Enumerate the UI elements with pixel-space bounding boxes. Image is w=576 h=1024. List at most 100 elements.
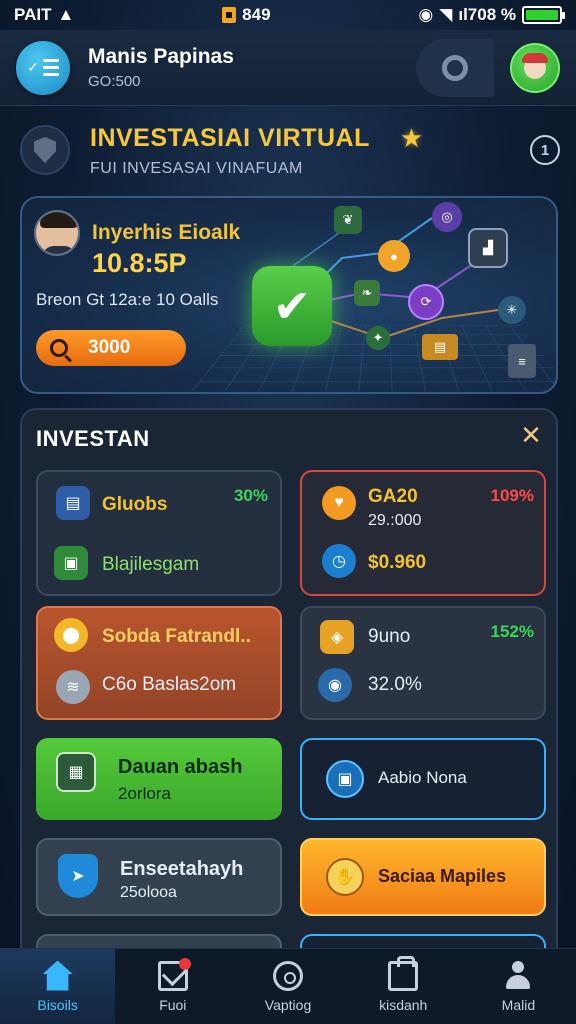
lock-icon xyxy=(222,7,237,23)
nav-item-home[interactable]: Bisoils xyxy=(0,949,116,1024)
box-node-icon: ▤ xyxy=(422,334,458,360)
shield-bird-icon: ➤ xyxy=(58,854,98,898)
clock-label: 849 xyxy=(242,5,271,24)
tile-label: GA20 xyxy=(368,486,418,507)
panel-title: INVESTAN xyxy=(36,426,150,451)
tile-text: 2orlora xyxy=(118,784,171,803)
tile-gluobs[interactable]: ▤ Gluobs 30% ▣ Blajilesgam xyxy=(36,470,282,596)
title-texts: INVESTASIAI VIRTUAL ★ FUI INVESASAI VINA… xyxy=(90,123,530,178)
menu-button[interactable]: ✓ xyxy=(16,40,70,95)
checkmark-icon: ✔ xyxy=(252,266,332,346)
tile-enseetahayh[interactable]: ➤ Enseetahayh 25olooa xyxy=(36,838,282,916)
leaf-node-icon: ❦ xyxy=(334,206,362,234)
chart-node-icon: ▟ xyxy=(468,228,508,268)
gear-icon xyxy=(442,54,468,81)
tile-dauan[interactable]: ▦ Dauan abash 2orlora xyxy=(36,738,282,820)
star-icon: ★ xyxy=(399,122,424,153)
tile-percent: 30% xyxy=(233,486,268,505)
battery-icon xyxy=(522,6,565,24)
notification-badge xyxy=(178,957,191,970)
info-button[interactable]: 1 xyxy=(530,135,560,165)
tile-saciaa[interactable]: ✋ Saciaa Mapiles xyxy=(300,838,546,916)
status-right: ◉ ◥ ıl708 % xyxy=(418,5,565,25)
bag-icon xyxy=(388,955,419,991)
settings-button[interactable] xyxy=(416,38,494,97)
tile-label: Enseetahayh xyxy=(120,858,244,880)
purple-node-icon: ◎ xyxy=(432,202,462,232)
home-icon xyxy=(42,960,73,991)
tile-text: C6o Baslas2om xyxy=(102,674,237,695)
profile-balance: GO:500 xyxy=(88,73,141,90)
tile-9uno[interactable]: ◈ 9uno 152% ◉ 32.0% xyxy=(300,606,546,720)
tile-text: Blajilesgam xyxy=(102,554,200,575)
audio-icon: ▣ xyxy=(326,760,364,798)
tile-percent: 152% xyxy=(490,622,534,641)
profile-name: Manis Papinas xyxy=(88,45,234,68)
investment-panel: INVESTAN ✕ ▤ Gluobs 30% ▣ Blajilesgam ♥ … xyxy=(20,408,558,968)
profile-block[interactable]: Manis Papinas GO:500 xyxy=(88,45,416,90)
coin-node-icon: ● xyxy=(378,240,410,272)
tile-label: Gluobs xyxy=(102,494,168,515)
tile-aabio[interactable]: ▣ Aabio Nona xyxy=(300,738,546,820)
circle-icon xyxy=(273,960,303,991)
pin-icon: ⬤ xyxy=(54,618,88,652)
nav-item-bag[interactable]: kisdanh xyxy=(346,949,461,1024)
nav-label: Malid xyxy=(501,996,536,1013)
tile-text: 25olooa xyxy=(120,884,177,901)
nav-label: Bisoils xyxy=(37,996,78,1013)
leaf-small-icon: ❧ xyxy=(354,280,380,306)
nav-item-mail[interactable]: Fuoi xyxy=(115,949,230,1024)
tile-sobda[interactable]: ⬤ Sobda Fatrandl.. ≋ C6o Baslas2om xyxy=(36,606,282,720)
tile-ga20[interactable]: ♥ GA20 109% 29.:000 ◷ $0.960 xyxy=(300,470,546,596)
coins-icon: ≋ xyxy=(56,670,90,704)
shield-node-icon: ✦ xyxy=(366,326,390,350)
nav-label: kisdanh xyxy=(379,996,428,1013)
tile-label: 9uno xyxy=(368,626,411,647)
search-icon xyxy=(50,339,68,357)
emblem-icon xyxy=(20,125,70,175)
nav-item-profile[interactable]: Malid xyxy=(461,949,576,1024)
battery-percent: ıl708 % xyxy=(458,5,516,24)
crate-icon: ▣ xyxy=(54,546,88,580)
hero-amount: 10.8:5P xyxy=(92,248,187,278)
sync-icon: ◉ xyxy=(418,5,434,24)
purple-coin-icon: ⟳ xyxy=(408,284,444,320)
book-icon: ▤ xyxy=(56,486,90,520)
tile-label: Dauan abash xyxy=(118,756,243,778)
title-row: INVESTASIAI VIRTUAL ★ FUI INVESASAI VINA… xyxy=(20,116,560,184)
heart-coin-icon: ♥ xyxy=(322,486,356,520)
user-avatar[interactable] xyxy=(510,42,560,93)
app-header: ✓ Manis Papinas GO:500 xyxy=(0,30,576,106)
tile-value: $0.960 xyxy=(368,552,427,573)
status-left: PAIT ▲ xyxy=(14,5,74,25)
close-icon[interactable]: ✕ xyxy=(518,420,544,450)
tile-label: Sobda Fatrandl.. xyxy=(102,626,251,647)
nav-label: Vaptiog xyxy=(264,996,312,1013)
person-icon xyxy=(503,960,533,991)
clock-icon: ◷ xyxy=(322,544,356,578)
avatar-face-icon xyxy=(522,52,548,79)
nav-label: Fuoi xyxy=(159,996,187,1013)
menu-icon: ✓ xyxy=(27,59,59,76)
carrier-label: PAIT xyxy=(14,5,52,24)
signal-icon: ▲ xyxy=(57,5,75,24)
tile-label: Saciaa Mapiles xyxy=(378,866,507,886)
hero-caption: Breon Gt 12a:e 10 Oalls xyxy=(36,290,219,309)
bottom-nav: Bisoils Fuoi Vaptiog kisdanh Malid xyxy=(0,948,576,1024)
hero-name: Inyerhis Eioalk xyxy=(92,221,241,244)
hero-card[interactable]: Inyerhis Eioalk 10.8:5P Breon Gt 12a:e 1… xyxy=(20,196,558,394)
page-title: INVESTASIAI VIRTUAL ★ xyxy=(90,123,530,154)
wifi-icon: ◥ xyxy=(439,5,453,24)
mail-icon xyxy=(157,957,191,991)
hero-search-value: 3000 xyxy=(88,337,131,358)
status-center: 849 xyxy=(222,5,271,25)
tile-value: 32.0% xyxy=(368,674,422,695)
nav-item-circle[interactable]: Vaptiog xyxy=(230,949,345,1024)
coin-hand-icon: ✋ xyxy=(326,858,364,896)
tile-percent: 109% xyxy=(490,486,534,505)
page-subtitle: FUI INVESASAI VINAFUAM xyxy=(90,159,303,177)
gear-node-icon: ✳ xyxy=(498,296,526,324)
hero-search-button[interactable]: 3000 xyxy=(36,330,186,366)
tile-label: Aabio Nona xyxy=(378,768,467,787)
film-icon: ▦ xyxy=(56,752,96,792)
